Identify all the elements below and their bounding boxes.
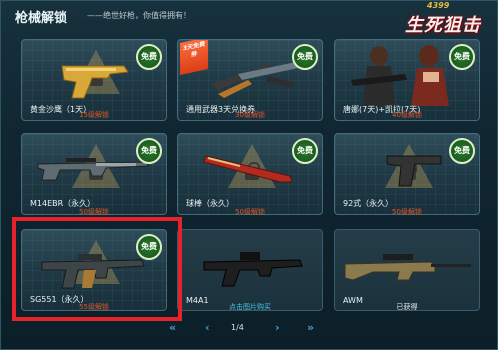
free-badge: 免费: [136, 44, 162, 70]
baseball-bat-icon: [203, 155, 293, 183]
unlock-requirement: 40级解锁: [392, 111, 422, 119]
unlock-panel: 枪械解锁 ——绝世好枪，你值得拥有！ 4399 生死狙击 免费 黄金沙鹰（1天）…: [0, 0, 498, 350]
unlock-requirement: 15级解锁: [79, 111, 109, 119]
weapon-card-bat[interactable]: 免费 球棒（永久）: [177, 133, 323, 215]
page-title: 枪械解锁: [15, 11, 68, 26]
last-page-button[interactable]: »: [307, 321, 314, 334]
characters-icon: [351, 45, 449, 106]
pistol-gold-icon: [61, 65, 129, 99]
free-badge: 免费: [136, 138, 162, 164]
next-page-button[interactable]: ›: [275, 321, 280, 334]
weapon-card-awm[interactable]: AWM: [334, 229, 480, 311]
logo-number: 4399: [427, 1, 450, 10]
first-page-button[interactable]: «: [169, 321, 176, 334]
weapon-bundle-icon: [212, 62, 298, 98]
logo-name: 生死狙击: [405, 15, 481, 36]
game-logo: 4399 生死狙击: [401, 1, 495, 37]
weapon-card-characters[interactable]: 免费 唐娜(7天)+凯拉(7天): [334, 39, 480, 121]
free-badge: 免费: [449, 138, 475, 164]
rifle-m14ebr-icon: [37, 158, 149, 181]
weapon-card-m14ebr[interactable]: 免费 M14EBR（永久）: [21, 133, 167, 215]
prev-page-button[interactable]: ‹: [205, 321, 210, 334]
owned-status: 已获得: [396, 303, 418, 311]
weapon-card-m4a1[interactable]: M4A1: [177, 229, 323, 311]
free-badge: 免费: [292, 44, 318, 70]
unlock-requirement: 50级解锁: [235, 208, 265, 216]
weapon-card-type92[interactable]: 免费 92式（永久）: [334, 133, 480, 215]
unlock-requirement: 50级解锁: [79, 208, 109, 216]
sniper-awm-icon: [344, 254, 471, 281]
free-badge: 免费: [449, 44, 475, 70]
pagination: « ‹ 1/4 › »: [161, 321, 331, 339]
page-indicator: 1/4: [231, 323, 244, 332]
free-badge: 免费: [292, 138, 318, 164]
voucher-ribbon: 3天免费券: [180, 40, 208, 75]
weapon-card-voucher[interactable]: 3天免费券 免费 通用武器3天兑换券: [177, 39, 323, 121]
buy-link[interactable]: 点击图片购买: [177, 302, 323, 312]
selection-highlight: [12, 217, 182, 321]
unlock-requirement: 50级解锁: [392, 208, 422, 216]
rifle-m4a1-icon: [203, 252, 303, 287]
unlock-requirement: 30级解锁: [235, 111, 265, 119]
weapon-card-desert-eagle[interactable]: 免费 黄金沙鹰（1天）: [21, 39, 167, 121]
pistol-type92-icon: [386, 155, 442, 187]
page-subtitle: ——绝世好枪，你值得拥有！: [87, 11, 191, 20]
